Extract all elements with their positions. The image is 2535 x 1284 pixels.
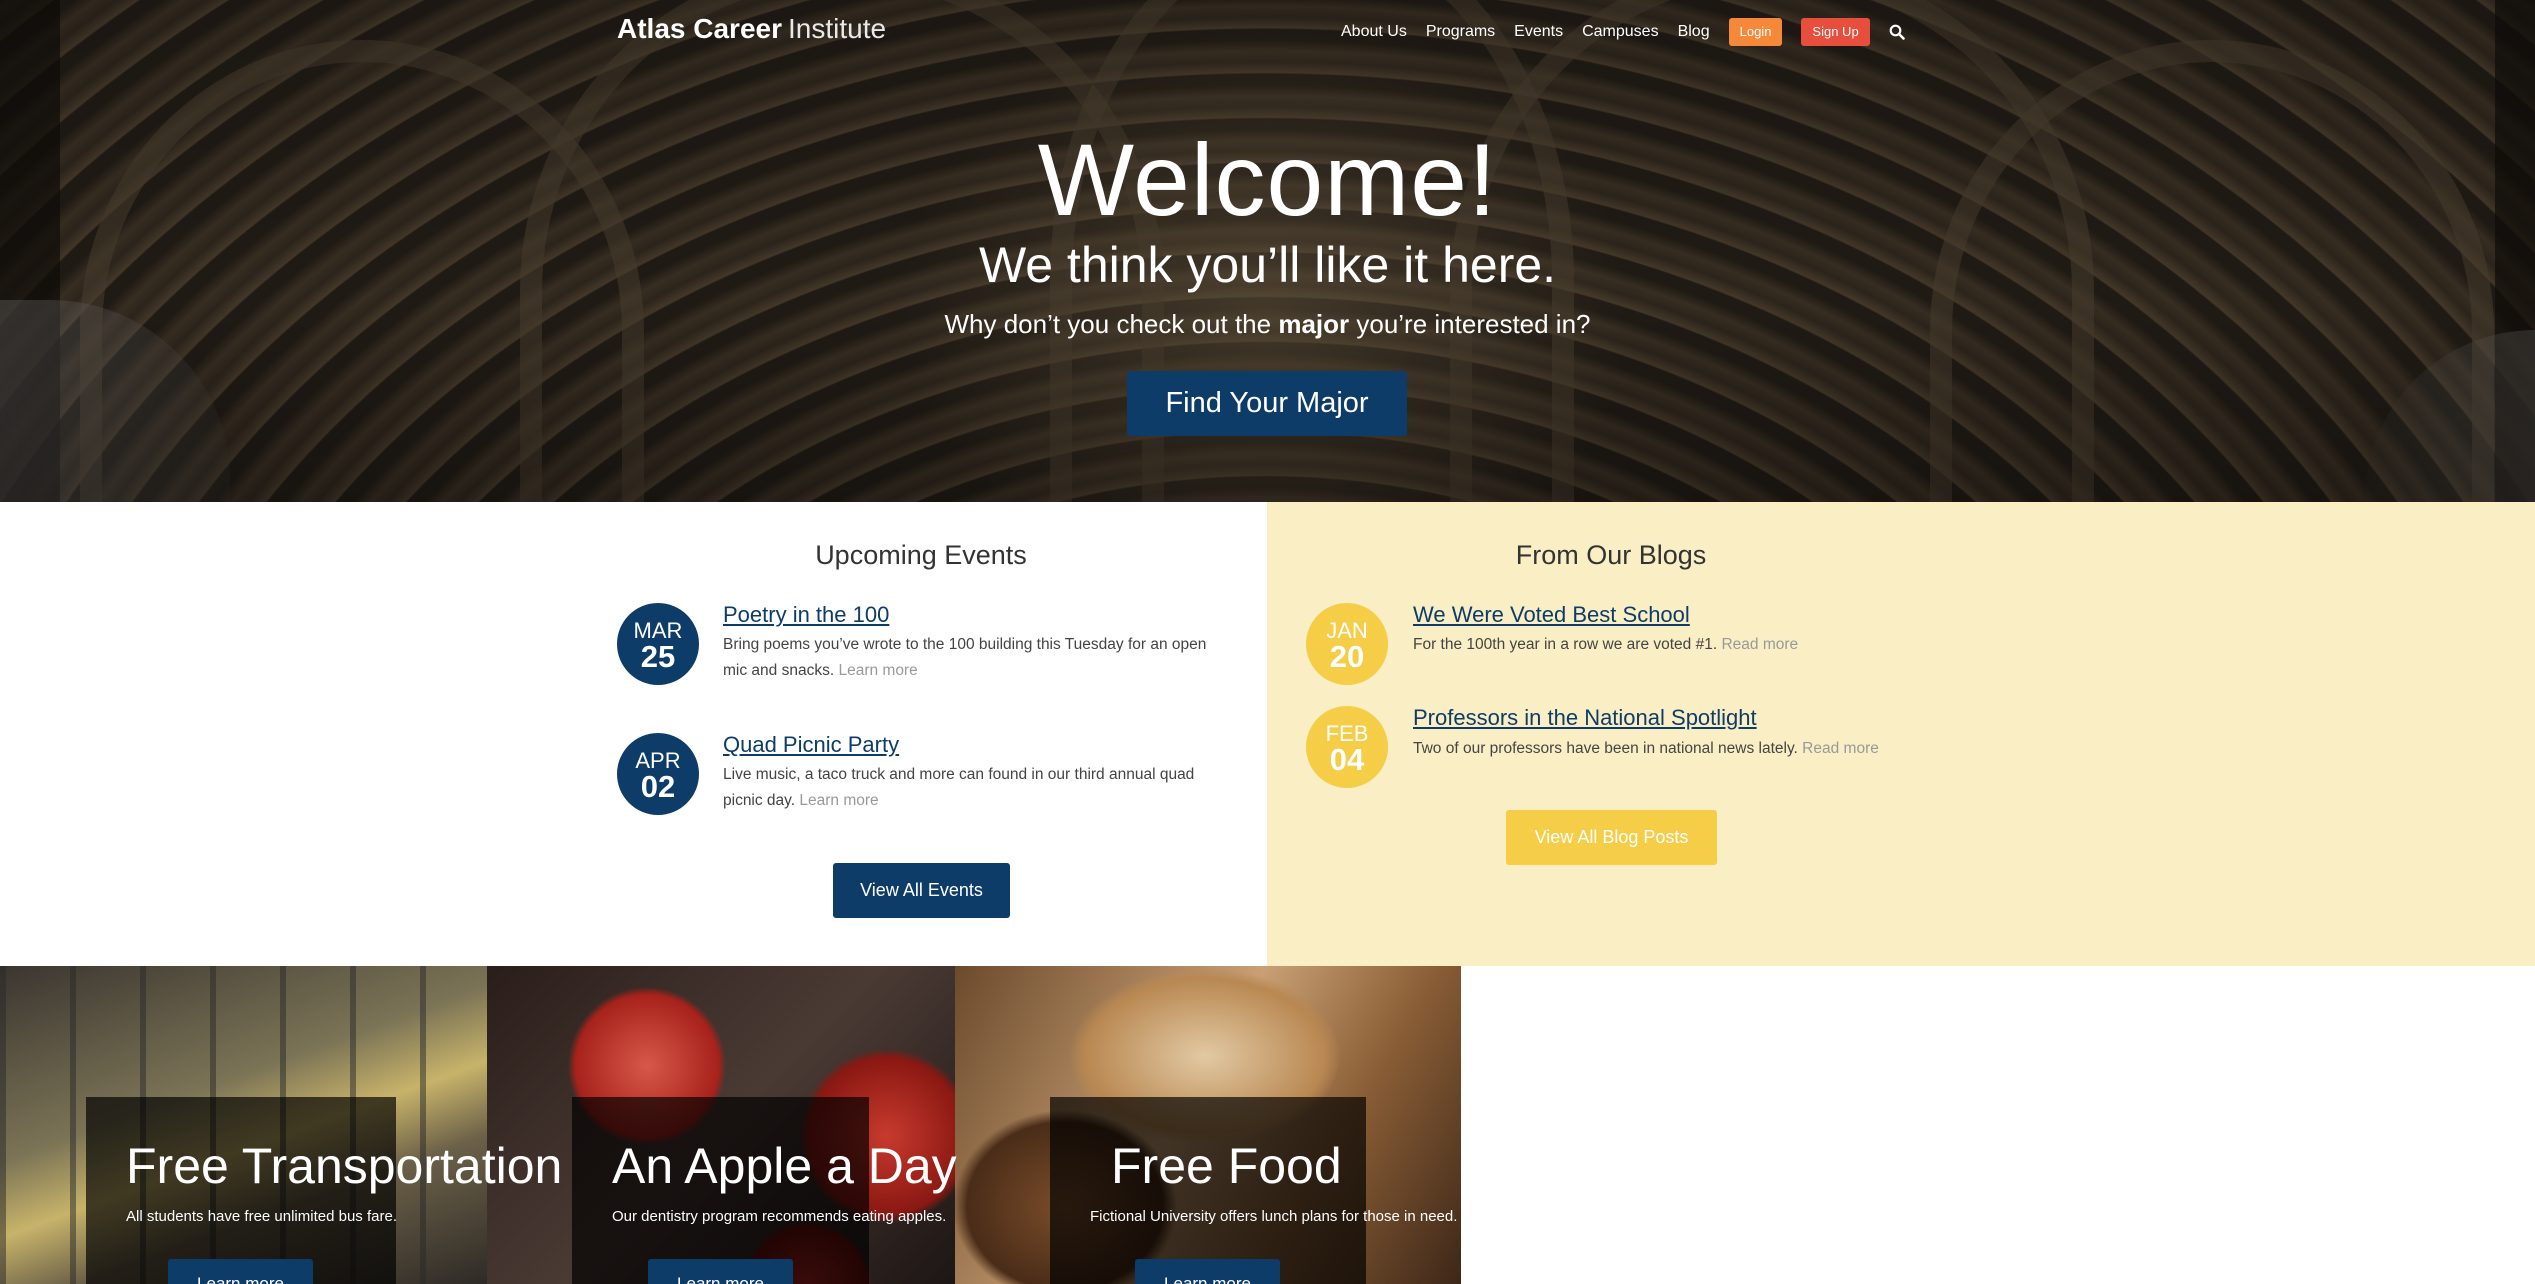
- event-title-link[interactable]: Poetry in the 100: [723, 602, 889, 628]
- feature-slider: Free Transportation An Apple a Day Free …: [0, 966, 1461, 1284]
- view-all-blog-posts-button[interactable]: View All Blog Posts: [1506, 810, 1717, 865]
- event-description: Bring poems you’ve wrote to the 100 buil…: [723, 632, 1233, 684]
- blog-date-badge: JAN 20: [1306, 603, 1388, 685]
- nav-blog[interactable]: Blog: [1678, 23, 1710, 41]
- event-description-text: Bring poems you’ve wrote to the 100 buil…: [723, 636, 1207, 679]
- hero-title: Welcome!: [1037, 123, 1498, 237]
- events-heading: Upcoming Events: [815, 540, 1027, 570]
- hero-prompt-end: you’re interested in?: [1349, 309, 1591, 339]
- brand-logo[interactable]: Atlas Career Institute: [617, 13, 886, 45]
- blog-description: Two of our professors have been in natio…: [1413, 736, 2033, 762]
- nav-campuses[interactable]: Campuses: [1582, 23, 1658, 41]
- slide-learn-more-button[interactable]: Learn more: [648, 1259, 793, 1284]
- slide-text: Fictional University offers lunch plans …: [1090, 1208, 1458, 1225]
- blog-description-text: Two of our professors have been in natio…: [1413, 740, 1798, 757]
- blogs-section: [1267, 502, 2535, 966]
- login-button[interactable]: Login: [1728, 18, 1783, 46]
- event-description: Live music, a taco truck and more can fo…: [723, 762, 1233, 814]
- brand-name-light: Institute: [787, 13, 887, 44]
- brand-name-bold: Atlas Career: [617, 13, 782, 44]
- hero-subtitle: We think you’ll like it here.: [978, 237, 1557, 293]
- signup-button[interactable]: Sign Up: [1801, 18, 1870, 46]
- blog-title-link[interactable]: We Were Voted Best School: [1413, 602, 1690, 628]
- learn-more-link[interactable]: Learn more: [799, 792, 878, 809]
- blog-description: For the 100th year in a row we are voted…: [1413, 632, 2033, 658]
- search-icon[interactable]: [1889, 24, 1905, 40]
- read-more-link[interactable]: Read more: [1802, 740, 1879, 757]
- hero-prompt: Why don’t you check out the major you’re…: [0, 305, 2535, 343]
- blogs-heading: From Our Blogs: [1515, 540, 1707, 570]
- event-title-link[interactable]: Quad Picnic Party: [723, 732, 899, 758]
- event-date-badge: APR 02: [617, 733, 699, 815]
- learn-more-link[interactable]: Learn more: [838, 662, 917, 679]
- upcoming-events-section: [0, 502, 1267, 966]
- slide-title: Free Food: [1111, 1138, 1342, 1194]
- slide-learn-more-button[interactable]: Learn more: [1135, 1259, 1280, 1284]
- blog-title-link[interactable]: Professors in the National Spotlight: [1413, 705, 1757, 731]
- event-description-text: Live music, a taco truck and more can fo…: [723, 766, 1195, 809]
- nav-programs[interactable]: Programs: [1426, 23, 1495, 41]
- event-day: 02: [640, 769, 676, 804]
- find-your-major-button[interactable]: Find Your Major: [1127, 371, 1407, 436]
- hero-banner: Atlas Career Institute About Us Programs …: [0, 0, 2535, 502]
- slide-text: Our dentistry program recommends eating …: [612, 1208, 947, 1225]
- main-nav: About Us Programs Events Campuses Blog L…: [1341, 18, 1905, 46]
- slide-learn-more-button[interactable]: Learn more: [168, 1259, 313, 1284]
- blog-day: 20: [1329, 639, 1365, 674]
- slide-text: All students have free unlimited bus far…: [126, 1208, 397, 1225]
- blog-date-badge: FEB 04: [1306, 706, 1388, 788]
- view-all-events-button[interactable]: View All Events: [833, 863, 1010, 918]
- slide-title: Free Transportation: [126, 1138, 563, 1194]
- event-date-badge: MAR 25: [617, 603, 699, 685]
- blog-description-text: For the 100th year in a row we are voted…: [1413, 636, 1718, 653]
- event-day: 25: [640, 639, 676, 674]
- blog-day: 04: [1329, 742, 1365, 777]
- hero-prompt-bold: major: [1278, 309, 1350, 339]
- slide-title: An Apple a Day: [612, 1138, 957, 1194]
- nav-about-us[interactable]: About Us: [1341, 23, 1407, 41]
- nav-events[interactable]: Events: [1514, 23, 1563, 41]
- hero-prompt-start: Why don’t you check out the: [944, 309, 1279, 339]
- read-more-link[interactable]: Read more: [1721, 636, 1798, 653]
